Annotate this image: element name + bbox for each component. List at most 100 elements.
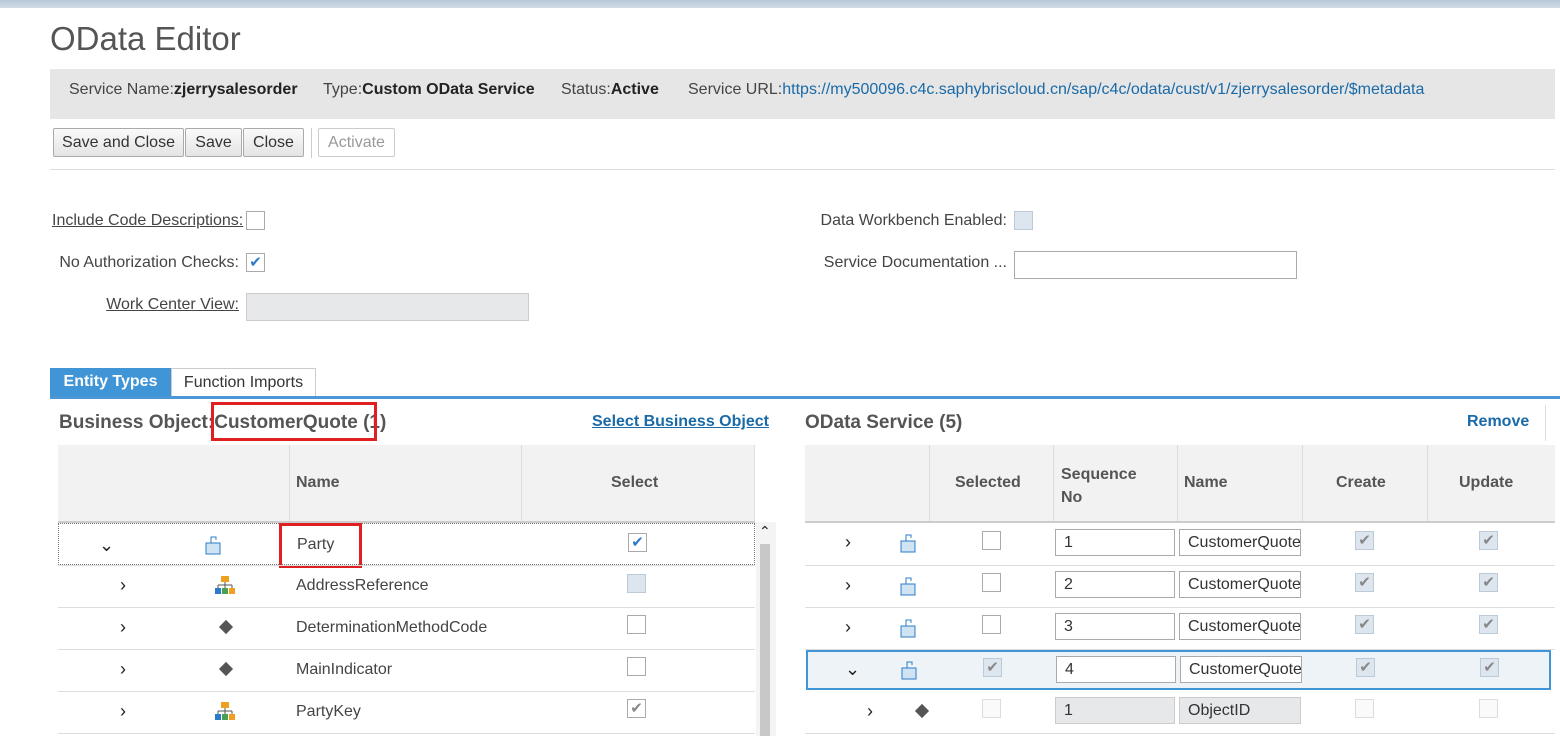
- table-row[interactable]: › PartyKey ✔: [58, 692, 755, 733]
- scroll-up-icon[interactable]: ⌃: [759, 524, 771, 538]
- right-col-sequence-header[interactable]: Sequence No: [1061, 463, 1161, 509]
- sequence-input[interactable]: 3: [1055, 613, 1175, 640]
- select-checkbox[interactable]: [627, 615, 646, 634]
- chevron-right-icon[interactable]: ›: [867, 702, 873, 720]
- row-divider: [805, 733, 1555, 734]
- include-code-descriptions-label[interactable]: Include Code Descriptions:: [52, 212, 243, 230]
- select-business-object-link[interactable]: Select Business Object: [592, 413, 769, 431]
- work-center-view-label[interactable]: Work Center View:: [52, 296, 239, 314]
- create-checkbox[interactable]: ✔: [1355, 615, 1374, 634]
- row-name: AddressReference: [296, 577, 429, 594]
- toolbar-separator: [311, 128, 312, 158]
- chevron-right-icon[interactable]: ›: [120, 702, 126, 720]
- business-object-prefix: Business Object:: [59, 412, 215, 433]
- create-checkbox[interactable]: [1355, 699, 1374, 718]
- page-title: OData Editor: [50, 20, 241, 57]
- create-checkbox[interactable]: ✔: [1356, 658, 1375, 677]
- grid-divider: [1427, 445, 1428, 521]
- diamond-icon: [218, 661, 234, 677]
- selected-checkbox[interactable]: [982, 699, 1001, 718]
- chevron-right-icon[interactable]: ›: [845, 576, 851, 594]
- table-row[interactable]: › 1 ObjectID: [805, 692, 1555, 733]
- include-code-descriptions-checkbox[interactable]: [246, 211, 265, 230]
- sequence-input[interactable]: 1: [1055, 697, 1175, 724]
- table-row[interactable]: › MainIndicator: [58, 650, 755, 691]
- chevron-right-icon[interactable]: ›: [120, 576, 126, 594]
- sequence-input[interactable]: 1: [1055, 529, 1175, 556]
- table-row[interactable]: › 2 CustomerQuote ✔ ✔: [805, 566, 1555, 607]
- row-name: MainIndicator: [296, 661, 393, 678]
- status-label: Status:: [561, 81, 611, 98]
- entity-name-input[interactable]: CustomerQuote: [1179, 613, 1301, 640]
- service-url-link[interactable]: https://my500096.c4c.saphybriscloud.cn/s…: [782, 81, 1424, 98]
- entity-name-input[interactable]: CustomerQuote: [1179, 529, 1301, 556]
- table-row[interactable]: › DeterminationMethodCode: [58, 608, 755, 649]
- panel-edge: [1545, 405, 1546, 441]
- check-icon: ✔: [249, 254, 262, 271]
- work-center-view-field[interactable]: [246, 293, 529, 321]
- check-icon: ✔: [1482, 532, 1495, 549]
- update-checkbox[interactable]: [1479, 699, 1498, 718]
- entity-name-input[interactable]: ObjectID: [1179, 697, 1301, 724]
- tab-function-imports[interactable]: Function Imports: [171, 368, 316, 398]
- close-button[interactable]: Close: [243, 128, 304, 157]
- create-checkbox[interactable]: ✔: [1355, 531, 1374, 550]
- sequence-input[interactable]: 4: [1056, 656, 1176, 683]
- node-icon: [901, 660, 917, 685]
- chevron-right-icon[interactable]: ›: [120, 618, 126, 636]
- top-bar: [0, 0, 1560, 8]
- service-url-info: Service URL:https://my500096.c4c.saphybr…: [688, 81, 1424, 99]
- right-col-create-header[interactable]: Create: [1336, 474, 1386, 492]
- chevron-down-icon[interactable]: ⌄: [845, 660, 860, 678]
- selected-checkbox[interactable]: [982, 615, 1001, 634]
- right-col-name-header[interactable]: Name: [1184, 474, 1228, 492]
- check-icon: ✔: [630, 700, 643, 717]
- update-checkbox[interactable]: ✔: [1479, 531, 1498, 550]
- table-row[interactable]: › 1 CustomerQuote ✔ ✔: [805, 523, 1555, 565]
- sequence-input[interactable]: 2: [1055, 571, 1175, 598]
- select-checkbox[interactable]: [627, 657, 646, 676]
- table-row[interactable]: › AddressReference: [58, 566, 755, 607]
- save-and-close-button[interactable]: Save and Close: [53, 128, 184, 157]
- save-button[interactable]: Save: [185, 128, 242, 157]
- row-divider: [58, 733, 755, 734]
- tab-entity-types[interactable]: Entity Types: [50, 368, 171, 398]
- selected-checkbox[interactable]: ✔: [983, 658, 1002, 677]
- service-documentation-field[interactable]: [1014, 251, 1297, 279]
- grid-divider: [1302, 445, 1303, 521]
- chevron-down-icon[interactable]: ⌄: [99, 536, 114, 554]
- chevron-right-icon[interactable]: ›: [120, 660, 126, 678]
- table-row-selected[interactable]: ⌄ ✔ 4 CustomerQuote ✔ ✔: [806, 650, 1551, 690]
- select-checkbox[interactable]: ✔: [628, 533, 647, 552]
- update-checkbox[interactable]: ✔: [1480, 658, 1499, 677]
- chevron-right-icon[interactable]: ›: [845, 618, 851, 636]
- table-row[interactable]: ⌄ Party ✔: [58, 523, 755, 565]
- left-col-select-header[interactable]: Select: [611, 474, 658, 492]
- type-value: Custom OData Service: [362, 81, 535, 98]
- check-icon: ✔: [1482, 616, 1495, 633]
- row-name: DeterminationMethodCode: [296, 619, 488, 636]
- activate-button[interactable]: Activate: [318, 128, 395, 157]
- entity-name-input[interactable]: CustomerQuote: [1179, 571, 1301, 598]
- service-name-info: Service Name:zjerrysalesorder: [69, 81, 298, 99]
- check-icon: ✔: [1482, 574, 1495, 591]
- entity-name-input[interactable]: CustomerQuote: [1180, 656, 1302, 683]
- create-checkbox[interactable]: ✔: [1355, 573, 1374, 592]
- check-icon: ✔: [1483, 659, 1496, 676]
- no-authorization-checks-checkbox[interactable]: ✔: [246, 253, 265, 272]
- service-name-label: Service Name:: [69, 81, 174, 98]
- data-workbench-enabled-checkbox[interactable]: [1014, 211, 1033, 230]
- left-grid-scrollbar[interactable]: [760, 544, 770, 736]
- select-checkbox[interactable]: ✔: [627, 699, 646, 718]
- right-col-update-header[interactable]: Update: [1459, 474, 1513, 492]
- selected-checkbox[interactable]: [982, 573, 1001, 592]
- left-col-name-header[interactable]: Name: [296, 474, 340, 492]
- select-checkbox[interactable]: [627, 574, 646, 593]
- update-checkbox[interactable]: ✔: [1479, 615, 1498, 634]
- right-col-selected-header[interactable]: Selected: [955, 474, 1021, 492]
- selected-checkbox[interactable]: [982, 531, 1001, 550]
- table-row[interactable]: › 3 CustomerQuote ✔ ✔: [805, 608, 1555, 649]
- update-checkbox[interactable]: ✔: [1479, 573, 1498, 592]
- remove-link[interactable]: Remove: [1467, 413, 1529, 431]
- chevron-right-icon[interactable]: ›: [845, 533, 851, 551]
